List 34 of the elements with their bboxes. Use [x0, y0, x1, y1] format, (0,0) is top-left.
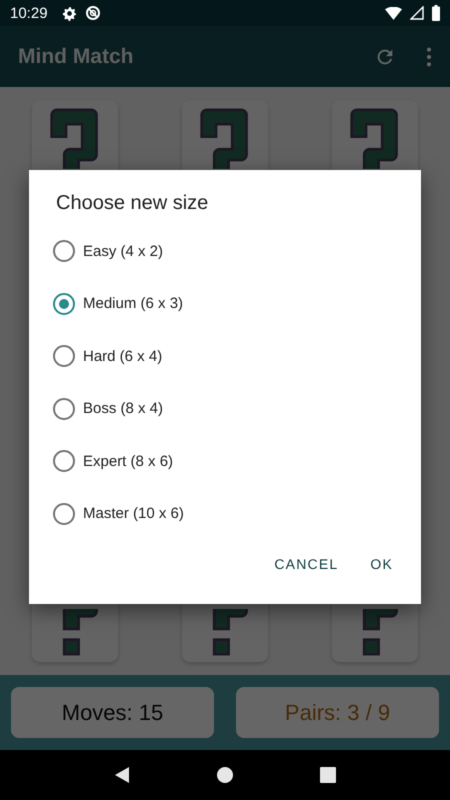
option-label: Boss (8 x 4) [83, 400, 164, 418]
status-time: 10:29 [10, 4, 48, 22]
moves-counter: Moves: 15 [11, 687, 214, 738]
radio-button[interactable] [53, 240, 75, 262]
size-option[interactable]: Hard (6 x 4) [29, 330, 421, 382]
home-icon[interactable] [216, 767, 233, 783]
settings-icon [62, 6, 77, 20]
cell-signal-icon [410, 6, 424, 20]
size-option[interactable]: Easy (4 x 2) [29, 225, 421, 278]
option-label: Easy (4 x 2) [83, 242, 164, 260]
option-label: Expert (8 x 6) [83, 452, 174, 470]
radio-button[interactable] [53, 345, 75, 368]
size-option[interactable]: Expert (8 x 6) [29, 435, 421, 488]
more-options-icon[interactable] [426, 46, 432, 68]
wifi-icon [385, 6, 402, 20]
option-label: Medium (6 x 3) [83, 295, 184, 312]
dialog-title: Choose new size [55, 192, 210, 215]
pairs-counter: Pairs: 3 / 9 [236, 687, 439, 738]
size-option[interactable]: Master (10 x 6) [29, 488, 421, 540]
size-option[interactable]: Medium (6 x 3) [29, 278, 421, 330]
option-label: Master (10 x 6) [83, 505, 184, 522]
radio-button[interactable] [53, 450, 75, 472]
back-icon[interactable] [114, 767, 130, 783]
recents-icon[interactable] [320, 767, 336, 783]
size-option[interactable]: Boss (8 x 4) [29, 382, 421, 435]
option-label: Hard (6 x 4) [83, 348, 162, 365]
blocked-circle-icon [84, 5, 101, 21]
radio-button[interactable] [53, 502, 75, 525]
radio-button[interactable] [53, 398, 75, 420]
dialog-button[interactable]: OK [358, 548, 405, 580]
radio-button[interactable] [53, 292, 75, 315]
dialog-button[interactable]: CANCEL [262, 548, 350, 580]
battery-icon [432, 5, 440, 21]
app-title: Mind Match [18, 44, 134, 68]
